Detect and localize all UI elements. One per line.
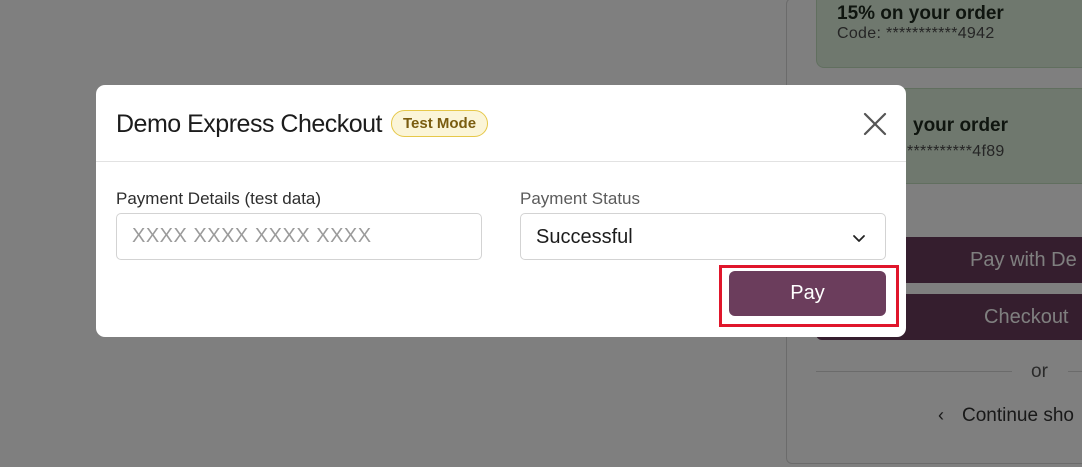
close-button[interactable] [862,111,888,137]
modal-title: Demo Express Checkout [116,110,383,138]
close-icon [863,112,887,136]
pay-button[interactable]: Pay [729,271,886,316]
test-mode-badge: Test Mode [391,110,489,137]
modal-header: Demo Express Checkout Test Mode [96,85,906,162]
payment-status-value: Successful [536,226,633,248]
payment-status-label: Payment Status [520,189,641,208]
payment-details-input[interactable] [116,213,482,260]
payment-status-select[interactable]: Successful [520,213,886,260]
express-checkout-modal: Demo Express Checkout Test Mode Payment … [96,85,906,337]
chevron-down-icon [852,231,866,245]
payment-details-label: Payment Details (test data) [116,189,322,208]
